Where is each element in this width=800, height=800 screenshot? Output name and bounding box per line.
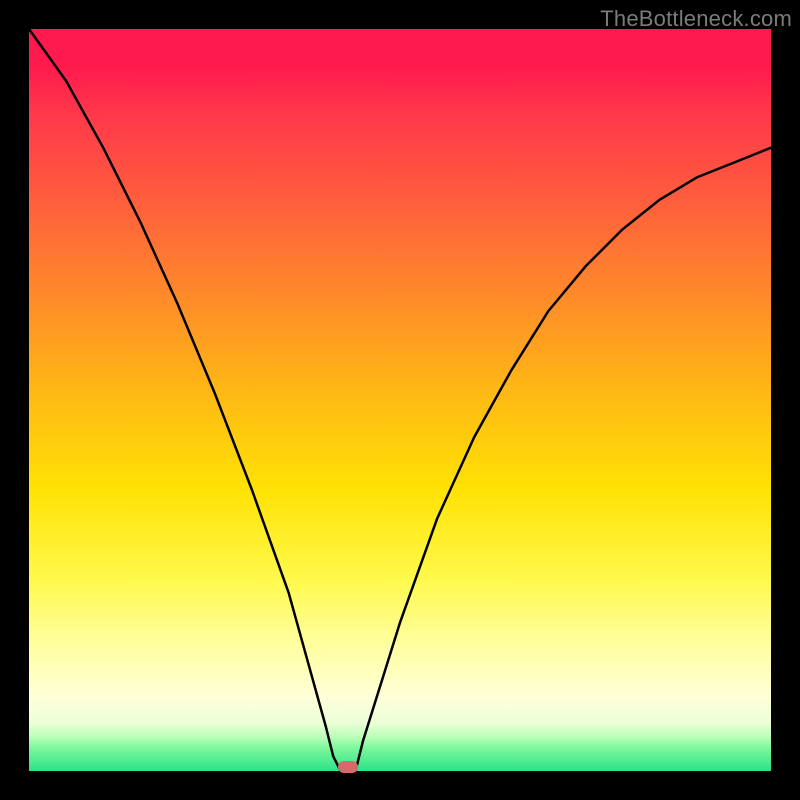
bottleneck-curve [29, 29, 771, 771]
plot-area [29, 29, 771, 771]
chart-frame: TheBottleneck.com [0, 0, 800, 800]
optimum-marker [338, 761, 358, 773]
curve-path [29, 29, 771, 771]
watermark-text: TheBottleneck.com [600, 6, 792, 32]
